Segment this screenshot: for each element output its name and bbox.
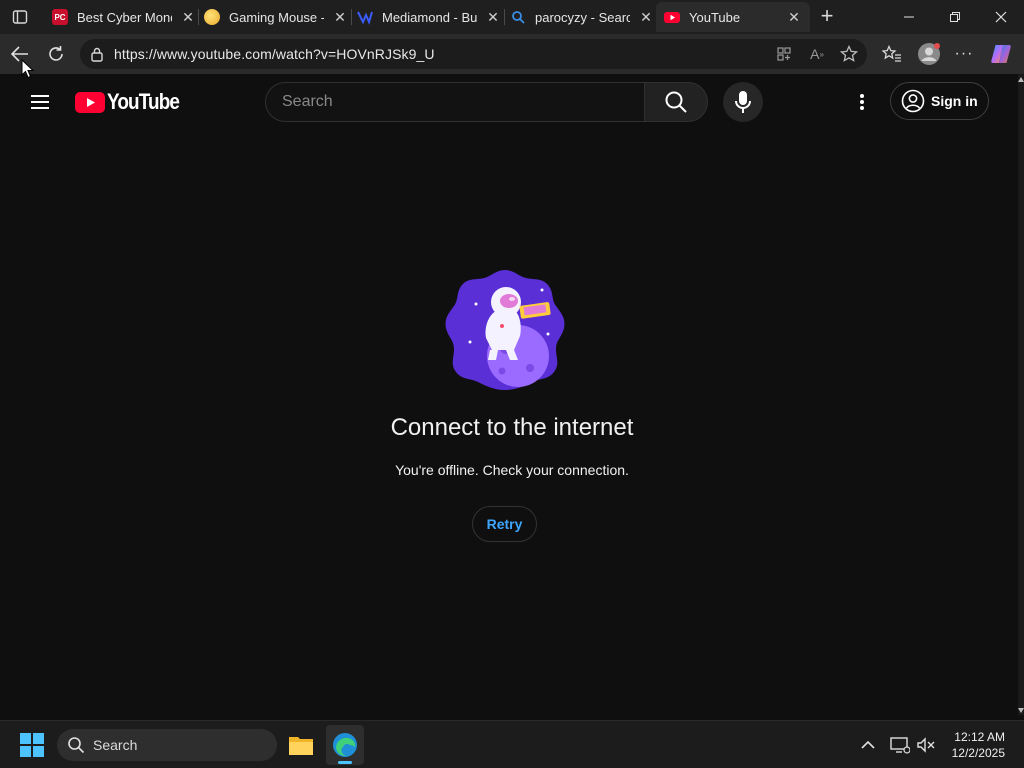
- sign-in-button[interactable]: Sign in: [890, 82, 989, 120]
- tab-mediamond[interactable]: Mediamond - Bu ✕: [353, 2, 501, 32]
- tab-label: parocyzy - Searc: [535, 9, 630, 25]
- close-icon[interactable]: ✕: [786, 9, 802, 25]
- clock-date: 12/2/2025: [951, 746, 1005, 760]
- retry-button[interactable]: Retry: [472, 506, 537, 542]
- tab-label: YouTube: [689, 9, 741, 25]
- lock-icon[interactable]: [89, 46, 105, 62]
- settings-more-icon[interactable]: [850, 90, 874, 114]
- copilot-icon[interactable]: [988, 41, 1014, 67]
- youtube-icon: [664, 9, 680, 25]
- egg-icon: [204, 9, 220, 25]
- close-window-icon[interactable]: [989, 7, 1013, 27]
- scrollbar[interactable]: [1018, 74, 1024, 715]
- taskbar-search-label: Search: [93, 737, 138, 753]
- tab-pcgamer[interactable]: PC Best Cyber Mond ✕: [48, 2, 196, 32]
- app-available-icon[interactable]: [775, 46, 793, 62]
- offline-message: You're offline. Check your connection.: [395, 462, 629, 478]
- network-icon[interactable]: [889, 735, 911, 755]
- search-icon: [68, 737, 85, 754]
- tab-actions-icon[interactable]: [10, 7, 30, 27]
- tab-gaming-mouse[interactable]: Gaming Mouse - ✕: [200, 2, 348, 32]
- taskbar-search[interactable]: Search: [57, 729, 277, 761]
- restore-icon[interactable]: [943, 7, 967, 27]
- read-aloud-icon[interactable]: A»: [807, 45, 827, 63]
- microphone-icon: [735, 91, 751, 113]
- favorites-icon[interactable]: [880, 43, 904, 65]
- search-button[interactable]: [644, 82, 708, 122]
- search-input[interactable]: [282, 83, 622, 121]
- retry-label: Retry: [486, 516, 523, 532]
- account-icon: [901, 89, 925, 113]
- system-clock[interactable]: 12:12 AM 12/2/2025: [952, 729, 1005, 761]
- youtube-logo-text: YouTube: [107, 89, 180, 114]
- close-icon[interactable]: ✕: [180, 9, 196, 25]
- file-explorer-icon[interactable]: [286, 729, 316, 761]
- mediamond-icon: [357, 9, 373, 25]
- tab-label: Mediamond - Bu: [382, 9, 477, 25]
- address-toolbar: https://www.youtube.com/watch?v=HOVnRJSk…: [0, 34, 1024, 74]
- mouse-cursor: [21, 58, 35, 79]
- active-app-indicator: [338, 761, 352, 764]
- profile-avatar-icon[interactable]: [916, 41, 942, 67]
- search-icon: [665, 91, 687, 113]
- clock-time: 12:12 AM: [954, 730, 1005, 744]
- search-box: [265, 82, 645, 122]
- tab-label: Best Cyber Mond: [77, 9, 172, 25]
- new-tab-icon[interactable]: +: [816, 3, 838, 28]
- close-icon[interactable]: ✕: [638, 9, 654, 25]
- minimize-icon[interactable]: [897, 7, 921, 27]
- tab-search[interactable]: parocyzy - Searc ✕: [506, 2, 654, 32]
- url-text: https://www.youtube.com/watch?v=HOVnRJSk…: [114, 46, 435, 62]
- more-options-icon[interactable]: ···: [952, 43, 976, 65]
- youtube-logo-icon: [75, 91, 105, 113]
- tab-strip: PC Best Cyber Mond ✕ Gaming Mouse - ✕ Me…: [0, 0, 1024, 34]
- favorite-star-icon[interactable]: [839, 45, 859, 63]
- sign-in-label: Sign in: [931, 93, 978, 109]
- tab-label: Gaming Mouse -: [229, 9, 324, 25]
- offline-astronaut-illustration: [444, 268, 566, 392]
- windows-start-icon[interactable]: [18, 732, 46, 758]
- edge-browser-icon[interactable]: [326, 725, 364, 765]
- youtube-logo[interactable]: YouTube: [75, 89, 191, 114]
- offline-title: Connect to the internet: [390, 414, 634, 441]
- show-hidden-icons-chevron-icon[interactable]: [857, 735, 879, 755]
- search-icon: [510, 9, 526, 25]
- taskbar: Search 12:12 AM 12/2/2025: [0, 720, 1024, 768]
- address-bar[interactable]: https://www.youtube.com/watch?v=HOVnRJSk…: [80, 39, 867, 69]
- tab-youtube[interactable]: YouTube ✕: [656, 2, 810, 32]
- youtube-page: [4, 74, 1018, 715]
- close-icon[interactable]: ✕: [332, 9, 348, 25]
- pcgamer-icon: PC: [52, 9, 68, 25]
- close-icon[interactable]: ✕: [485, 9, 501, 25]
- refresh-icon[interactable]: [44, 43, 68, 65]
- volume-muted-icon[interactable]: [915, 735, 937, 755]
- guide-menu-icon[interactable]: [28, 90, 52, 114]
- voice-search-button[interactable]: [723, 82, 763, 122]
